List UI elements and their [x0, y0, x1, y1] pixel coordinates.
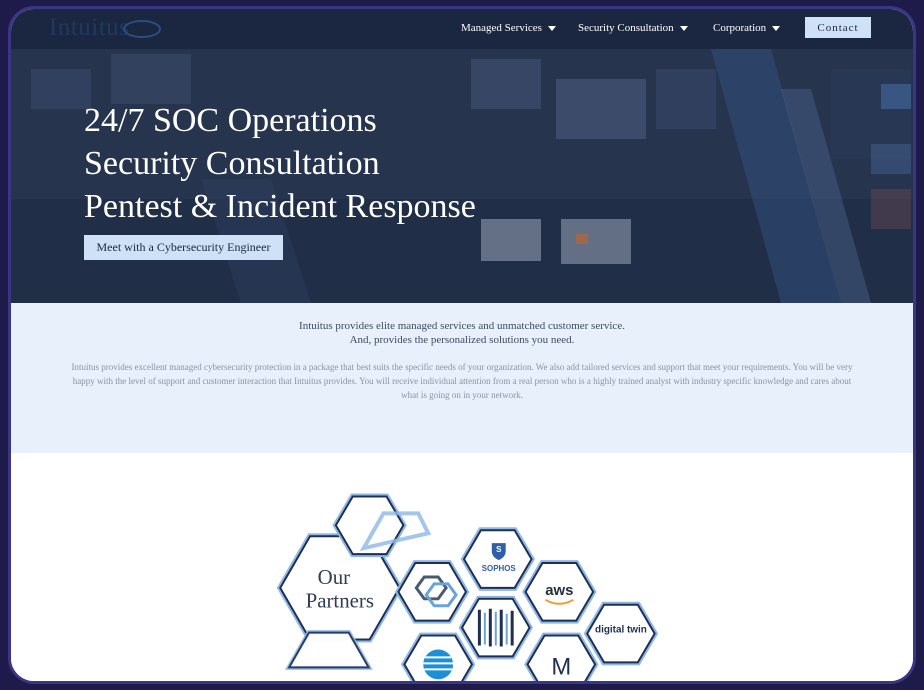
chevron-down-icon — [547, 25, 556, 31]
svg-text:S: S — [496, 545, 501, 554]
nav-managed-services[interactable]: Managed Services — [461, 22, 556, 34]
m-partner-logo[interactable]: M — [551, 653, 571, 680]
intro-lead: Intuitus provides elite managed services… — [11, 319, 913, 347]
hero-section: 24/7 SOC Operations Security Consultatio… — [11, 49, 913, 303]
logo-text: Intuitus — [49, 14, 130, 41]
hero-headline: 24/7 SOC Operations Security Consultatio… — [84, 99, 476, 228]
intro-section: Intuitus provides elite managed services… — [11, 303, 913, 453]
att-partner-logo[interactable] — [423, 649, 454, 680]
chevron-down-icon — [772, 25, 781, 31]
chevron-down-icon — [679, 25, 688, 31]
partners-hexagon-grid: Our Partners S SOPHOS aws digital twin M — [11, 453, 913, 684]
intro-lead-line-2: And, provides the personalized solutions… — [349, 334, 575, 346]
sophos-label: SOPHOS — [482, 564, 516, 573]
meet-engineer-button[interactable]: Meet with a Cybersecurity Engineer — [84, 235, 283, 260]
our-partners-title-line-1: Our — [318, 565, 350, 589]
nav-security-consultation-label: Security Consultation — [578, 22, 674, 34]
hero-line-pentest: Pentest & Incident Response — [84, 188, 476, 225]
logo-eye-icon — [123, 20, 162, 38]
digital-twin-logo[interactable]: digital twin — [595, 625, 647, 636]
hero-line-soc: 24/7 SOC Operations — [84, 102, 377, 139]
nav-corporation[interactable]: Corporation — [713, 22, 781, 34]
aws-label: aws — [545, 583, 573, 599]
nav-corporation-label: Corporation — [713, 22, 767, 34]
hero-line-consultation: Security Consultation — [84, 145, 380, 182]
nav-security-consultation[interactable]: Security Consultation — [578, 22, 688, 34]
nav-managed-services-label: Managed Services — [461, 22, 542, 34]
site-logo[interactable]: Intuitus — [49, 14, 162, 42]
browser-frame: Intuitus Managed Services Security Consu… — [8, 6, 916, 684]
intro-body-text: Intuitus provides excellent managed cybe… — [71, 362, 853, 400]
partners-section: Our Partners S SOPHOS aws digital twin M — [11, 453, 913, 684]
top-navigation: Intuitus Managed Services Security Consu… — [11, 9, 913, 49]
our-partners-title-line-2: Partners — [306, 589, 374, 613]
intro-lead-line-1: Intuitus provides elite managed services… — [299, 320, 625, 332]
contact-button[interactable]: Contact — [805, 17, 871, 38]
